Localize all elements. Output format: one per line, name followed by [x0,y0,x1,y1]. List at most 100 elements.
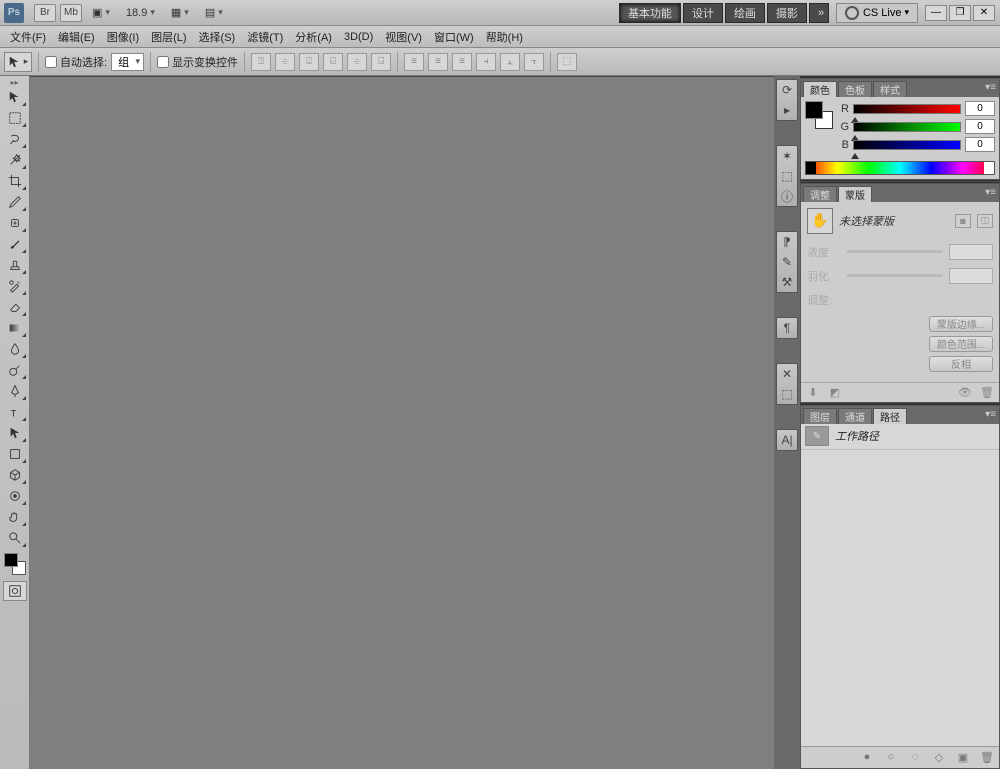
marquee-tool[interactable] [3,108,27,128]
panel-menu-icon[interactable]: ▾≡ [985,187,996,198]
density-value[interactable] [949,244,993,260]
align-right-icon[interactable]: ⍈ [371,53,391,71]
window-restore[interactable]: ❐ [949,5,971,21]
arrange-dropdown[interactable]: ▦ [167,6,193,19]
tab-styles[interactable]: 样式 [873,81,907,97]
crop-tool[interactable] [3,171,27,191]
character-panel-icon[interactable]: ⁋ [777,232,797,252]
workspace-photography[interactable]: 摄影 [767,3,807,23]
r-value[interactable]: 0 [965,101,995,116]
path-to-selection-icon[interactable]: ◌ [907,750,923,764]
menu-analysis[interactable]: 分析(A) [289,27,338,47]
info-panel-icon[interactable]: ⓘ [777,186,797,206]
stroke-path-icon[interactable]: ○ [883,750,899,764]
hand-tool[interactable] [3,507,27,527]
color-spectrum[interactable] [805,161,995,175]
tab-paths[interactable]: 路径 [873,408,907,424]
load-selection-icon[interactable]: ⬇ [805,385,821,399]
auto-align-icon[interactable]: ⬚ [557,53,577,71]
b-slider[interactable] [853,140,961,150]
paragraph-panel-icon[interactable]: ¶ [777,318,797,338]
path-selection-tool[interactable] [3,423,27,443]
paths-list[interactable]: ✎ 工作路径 [801,424,999,746]
r-slider[interactable] [853,104,961,114]
shape-tool[interactable] [3,444,27,464]
distribute-right-icon[interactable]: ⫟ [524,53,544,71]
menu-filter[interactable]: 滤镜(T) [241,27,289,47]
clone-source-panel-icon[interactable]: ⬚ [777,166,797,186]
zoom-tool[interactable] [3,528,27,548]
workspace-design[interactable]: 设计 [683,3,723,23]
cslive-button[interactable]: CS Live [836,3,918,23]
invert-button[interactable]: 反相 [929,356,993,372]
delete-mask-icon[interactable]: 🗑 [979,385,995,399]
show-transform-checkbox[interactable]: 显示变换控件 [157,54,238,70]
tab-channels[interactable]: 通道 [838,408,872,424]
screen-mode-dropdown[interactable]: ▣ [88,6,114,19]
panel-menu-icon[interactable]: ▾≡ [985,409,996,420]
new-path-icon[interactable]: ▣ [955,750,971,764]
align-vcenter-icon[interactable]: ⌯ [275,53,295,71]
menu-image[interactable]: 图像(I) [101,27,145,47]
distribute-left-icon[interactable]: ⫞ [476,53,496,71]
character-styles-panel-icon[interactable]: A| [777,430,797,450]
tab-adjustments[interactable]: 调整 [803,186,837,202]
align-bottom-icon[interactable]: ⍗ [299,53,319,71]
auto-select-target[interactable]: 组 [111,53,144,71]
menu-file[interactable]: 文件(F) [4,27,52,47]
g-value[interactable]: 0 [965,119,995,134]
menu-view[interactable]: 视图(V) [379,27,428,47]
path-row[interactable]: ✎ 工作路径 [801,424,999,450]
menu-edit[interactable]: 编辑(E) [52,27,101,47]
distribute-hcenter-icon[interactable]: ⫠ [500,53,520,71]
document-canvas[interactable] [30,76,774,769]
lasso-tool[interactable] [3,129,27,149]
history-brush-tool[interactable] [3,276,27,296]
workspace-essentials[interactable]: 基本功能 [619,3,681,23]
distribute-vcenter-icon[interactable]: ≡ [428,53,448,71]
feather-value[interactable] [949,268,993,284]
brush-panel-icon[interactable]: ✶ [777,146,797,166]
move-tool-preset[interactable] [4,52,32,72]
align-hcenter-icon[interactable]: ⌯ [347,53,367,71]
blur-tool[interactable] [3,339,27,359]
workspace-painting[interactable]: 绘画 [725,3,765,23]
menu-select[interactable]: 选择(S) [193,27,242,47]
move-tool[interactable] [3,87,27,107]
feather-slider[interactable] [847,274,943,277]
brush-presets-panel-icon[interactable]: ✎ [777,252,797,272]
g-slider[interactable] [853,122,961,132]
type-tool[interactable]: T [3,402,27,422]
navigator-panel-icon[interactable]: ✕ [777,364,797,384]
pixel-mask-icon[interactable]: ◙ [955,214,971,228]
actions-panel-icon[interactable]: ▸ [777,100,797,120]
gradient-tool[interactable] [3,318,27,338]
color-fg-bg-swatch[interactable] [805,101,833,129]
foreground-color-swatch[interactable] [4,553,18,567]
history-panel-icon[interactable]: ⟳ [777,80,797,100]
fill-path-icon[interactable]: ● [859,750,875,764]
minibridge-icon[interactable]: Mb [60,4,82,22]
healing-brush-tool[interactable] [3,213,27,233]
swatches-panel-icon[interactable]: ⬚ [777,384,797,404]
window-minimize[interactable]: — [925,5,947,21]
menu-layer[interactable]: 图层(L) [145,27,192,47]
tab-masks[interactable]: 蒙版 [838,186,872,202]
tab-layers[interactable]: 图层 [803,408,837,424]
path-name[interactable]: 工作路径 [835,428,879,444]
quick-mask-toggle[interactable] [3,581,27,601]
apply-mask-icon[interactable]: ◩ [827,385,843,399]
auto-select-input[interactable] [45,56,57,68]
extras-dropdown[interactable]: ▤ [201,6,227,19]
3d-camera-tool[interactable] [3,486,27,506]
foreground-background-color[interactable] [4,553,26,575]
eyedropper-tool[interactable] [3,192,27,212]
dodge-tool[interactable] [3,360,27,380]
mask-edge-button[interactable]: 蒙版边缘... [929,316,993,332]
menu-3d[interactable]: 3D(D) [338,29,379,45]
tab-swatches[interactable]: 色板 [838,81,872,97]
brush-tool[interactable] [3,234,27,254]
vector-mask-icon[interactable]: ◫ [977,214,993,228]
show-transform-input[interactable] [157,56,169,68]
align-top-icon[interactable]: ⍐ [251,53,271,71]
